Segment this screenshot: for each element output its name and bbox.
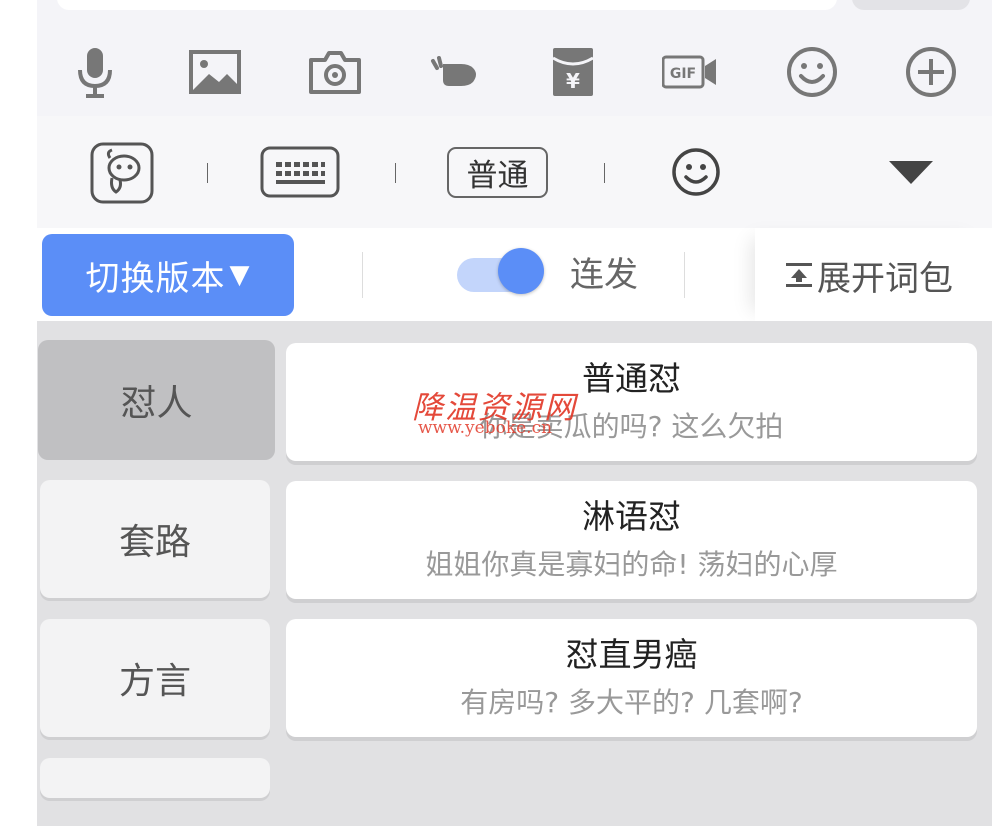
message-input[interactable] [57,0,837,10]
gif-video-icon[interactable]: GIF [662,44,718,100]
keyboard-icon[interactable] [260,146,340,198]
phrase-subtitle: 你是卖瓜的吗? 这么欠拍 [479,410,784,443]
expand-icon [786,263,812,287]
action-bar: 切换版本 ▼ 连发 展开词包 [37,228,992,321]
smiley-icon[interactable] [784,44,840,100]
svg-text:GIF: GIF [670,66,696,82]
phrase-card[interactable]: 怼直男癌 有房吗? 多大平的? 几套啊? [286,619,977,737]
microphone-icon[interactable] [67,44,123,100]
send-button[interactable] [852,0,970,10]
doutu-mascot-icon[interactable] [90,142,154,204]
camera-icon[interactable] [307,44,363,100]
input-toolbar: ¥ GIF [37,18,992,116]
image-icon[interactable] [187,44,243,100]
plus-circle-icon[interactable] [903,44,959,100]
lianfa-label: 连发 [570,255,638,295]
switch-version-button[interactable]: 切换版本 ▼ [42,234,294,316]
phrase-subtitle: 姐姐你真是寡妇的命! 荡妇的心厚 [425,548,838,581]
collapse-keyboard-icon[interactable] [887,146,935,198]
divider [604,163,605,183]
expand-label: 展开词包 [817,258,953,299]
emoji-icon[interactable] [670,146,722,198]
category-tab[interactable]: 方言 [40,619,270,737]
putong-mode-button[interactable]: 普通 [447,147,548,198]
expand-area: 展开词包 [755,228,992,321]
divider [362,252,363,298]
expand-word-pack-button[interactable]: 展开词包 [783,250,953,300]
input-strip [37,0,992,18]
phrase-card[interactable]: 淋语怼 姐姐你真是寡妇的命! 荡妇的心厚 [286,481,977,599]
phrase-title: 普通怼 [582,359,681,398]
switch-version-label: 切换版本 [85,258,226,299]
divider [207,163,208,183]
phrase-panel: 怼人 套路 方言 普通怼 你是卖瓜的吗? 这么欠拍 淋语怼 姐姐你真是寡妇的命!… [37,321,992,826]
keyboard-mode-bar: 普通 [37,116,992,228]
phrase-card[interactable]: 普通怼 你是卖瓜的吗? 这么欠拍 [286,343,977,461]
svg-text:¥: ¥ [566,69,580,93]
red-envelope-yen-icon[interactable]: ¥ [545,44,601,100]
category-tab[interactable]: 套路 [40,480,270,598]
phrase-title: 怼直男癌 [565,635,698,674]
category-tab[interactable]: 怼人 [38,340,275,460]
category-tab-partial[interactable] [40,758,270,798]
phrase-subtitle: 有房吗? 多大平的? 几套啊? [460,686,803,719]
divider [684,252,685,298]
divider [395,163,396,183]
caret-down-icon: ▼ [229,260,251,290]
phrase-title: 淋语怼 [582,497,681,536]
pointing-hand-icon[interactable] [427,44,483,100]
lianfa-toggle-knob[interactable] [498,248,544,294]
